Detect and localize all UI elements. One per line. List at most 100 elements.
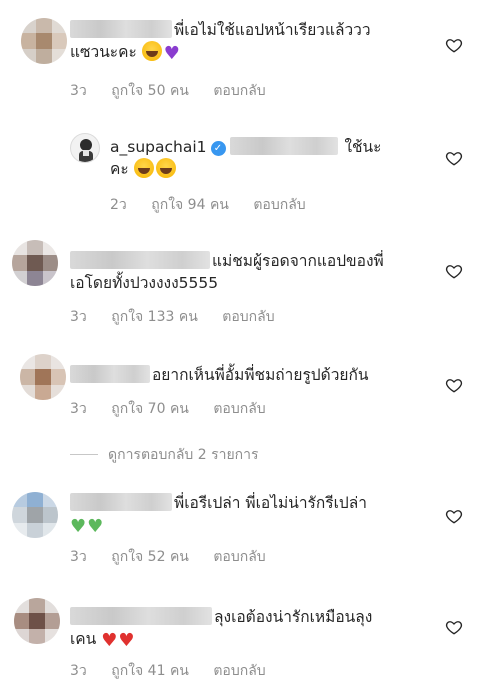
comment-text: a_supachai1 ✓ ใช้นะ คะ bbox=[110, 136, 430, 180]
red-heart-icon: ♥ bbox=[101, 630, 118, 651]
comment-time: 3ว bbox=[70, 309, 87, 325]
avatar-pixel bbox=[14, 598, 30, 614]
avatar-pixel bbox=[21, 48, 37, 64]
reply-button[interactable]: ตอบกลับ bbox=[213, 401, 265, 417]
view-replies-label: ดูการตอบกลับ 2 รายการ bbox=[108, 447, 259, 463]
avatar-pixel bbox=[21, 33, 37, 49]
comment-text: พี่เอไม่ใช้แอปหน้าเรียวแล้ววว แซวนะคะ ♥ bbox=[70, 19, 410, 64]
avatar-pixel bbox=[35, 384, 51, 400]
comment-text-line: ใช้นะ bbox=[344, 138, 382, 156]
avatar-pixel bbox=[29, 613, 45, 629]
avatar-pixel bbox=[35, 354, 51, 370]
comment-text: แม่ชมผู้รอดจากแอปของพี่ เอโดยทั้งปวงงงง5… bbox=[70, 250, 420, 294]
heart-outline-icon[interactable] bbox=[445, 262, 463, 280]
comment-text-line: คะ bbox=[110, 160, 129, 178]
green-heart-icon: ♥ bbox=[70, 516, 87, 537]
comment-likes[interactable]: ถูกใจ 94 คน bbox=[151, 197, 229, 213]
comment-text: อยากเห็นพี่อั้มพี่ชมถ่ายรูปด้วยกัน bbox=[70, 364, 430, 386]
comment-likes[interactable]: ถูกใจ 50 คน bbox=[111, 83, 189, 99]
avatar-pixel bbox=[44, 628, 60, 644]
comment-meta: 3ว ถูกใจ 50 คน ตอบกลับ bbox=[70, 80, 286, 102]
divider bbox=[70, 454, 98, 455]
commenter-avatar[interactable] bbox=[20, 354, 66, 400]
comment-time: 3ว bbox=[70, 549, 87, 565]
commenter-avatar[interactable] bbox=[12, 240, 58, 286]
avatar-pixel bbox=[36, 33, 52, 49]
avatar-pixel bbox=[51, 48, 67, 64]
comment-text-line: พี่เอรีเปล่า พี่เอไม่น่ารักรีเปล่า bbox=[174, 494, 367, 512]
reply-button[interactable]: ตอบกลับ bbox=[222, 309, 274, 325]
username-redacted[interactable] bbox=[70, 365, 150, 383]
comment-text-line: พี่เอไม่ใช้แอปหน้าเรียวแล้ววว bbox=[174, 21, 371, 39]
heart-outline-icon[interactable] bbox=[445, 376, 463, 394]
comment-text: ลุงเอต้องน่ารักเหมือนลุง เคน ♥♥ bbox=[70, 606, 420, 651]
comment-text-line: อยากเห็นพี่อั้มพี่ชมถ่ายรูปด้วยกัน bbox=[152, 366, 369, 384]
avatar-pixel bbox=[42, 492, 58, 508]
comment-likes[interactable]: ถูกใจ 70 คน bbox=[111, 401, 189, 417]
avatar-pixel bbox=[27, 507, 43, 523]
heart-outline-icon[interactable] bbox=[445, 36, 463, 54]
avatar-pixel bbox=[20, 384, 36, 400]
username-redacted[interactable] bbox=[70, 20, 172, 38]
mention-redacted[interactable] bbox=[229, 137, 338, 155]
commenter-avatar[interactable] bbox=[21, 18, 67, 64]
avatar-pixel bbox=[42, 507, 58, 523]
comment-text-line: แซวนะคะ bbox=[70, 43, 137, 61]
avatar-pixel bbox=[44, 598, 60, 614]
avatar-pixel bbox=[51, 33, 67, 49]
avatar-pixel bbox=[27, 255, 43, 271]
avatar-pixel bbox=[42, 522, 58, 538]
avatar-pixel bbox=[51, 18, 67, 34]
avatar-pixel bbox=[50, 354, 66, 370]
commenter-avatar[interactable] bbox=[12, 492, 58, 538]
purple-heart-icon: ♥ bbox=[163, 43, 180, 64]
comment-likes[interactable]: ถูกใจ 41 คน bbox=[111, 663, 189, 679]
username-redacted[interactable] bbox=[70, 607, 212, 625]
red-heart-icon: ♥ bbox=[118, 630, 135, 651]
avatar-pixel bbox=[27, 270, 43, 286]
avatar-pixel bbox=[44, 613, 60, 629]
laugh-emoji-icon bbox=[133, 158, 154, 178]
reply-button[interactable]: ตอบกลับ bbox=[213, 549, 265, 565]
comment-time: 3ว bbox=[70, 401, 87, 417]
avatar-pixel bbox=[42, 255, 58, 271]
view-replies-link[interactable]: ดูการตอบกลับ 2 รายการ bbox=[70, 444, 259, 466]
avatar-pixel bbox=[36, 48, 52, 64]
avatar-pixel bbox=[14, 613, 30, 629]
comment-likes[interactable]: ถูกใจ 133 คน bbox=[111, 309, 198, 325]
comment-meta: 3ว ถูกใจ 70 คน ตอบกลับ bbox=[70, 398, 286, 420]
username[interactable]: a_supachai1 bbox=[110, 138, 207, 156]
avatar-pixel bbox=[12, 522, 28, 538]
reply-avatar[interactable] bbox=[70, 133, 100, 163]
avatar-pixel bbox=[12, 492, 28, 508]
laugh-emoji-icon bbox=[141, 41, 162, 61]
reply-button[interactable]: ตอบกลับ bbox=[213, 83, 265, 99]
avatar-pixel bbox=[27, 522, 43, 538]
comment-meta: 3ว ถูกใจ 52 คน ตอบกลับ bbox=[70, 546, 286, 568]
username-redacted[interactable] bbox=[70, 251, 210, 269]
avatar-pixel bbox=[14, 628, 30, 644]
reply-button[interactable]: ตอบกลับ bbox=[253, 197, 305, 213]
laugh-emoji-icon bbox=[155, 158, 176, 178]
avatar-pixel bbox=[50, 369, 66, 385]
green-heart-icon: ♥ bbox=[87, 516, 104, 537]
avatar-pixel bbox=[29, 598, 45, 614]
heart-outline-icon[interactable] bbox=[445, 149, 463, 167]
username-redacted[interactable] bbox=[70, 493, 172, 511]
comment-meta: 3ว ถูกใจ 133 คน ตอบกลับ bbox=[70, 306, 295, 328]
comment-likes[interactable]: ถูกใจ 52 คน bbox=[111, 549, 189, 565]
avatar-pixel bbox=[12, 507, 28, 523]
avatar-pixel bbox=[35, 369, 51, 385]
avatar-pixel bbox=[29, 628, 45, 644]
heart-outline-icon[interactable] bbox=[445, 618, 463, 636]
verified-badge-icon: ✓ bbox=[210, 141, 226, 156]
comment-text-line: เอโดยทั้งปวงงงง5555 bbox=[70, 274, 219, 292]
heart-outline-icon[interactable] bbox=[445, 507, 463, 525]
commenter-avatar[interactable] bbox=[14, 598, 60, 644]
reply-button[interactable]: ตอบกลับ bbox=[213, 663, 265, 679]
avatar-pixel bbox=[12, 255, 28, 271]
avatar-pixel bbox=[21, 18, 37, 34]
avatar-pixel bbox=[12, 240, 28, 256]
comment-meta: 3ว ถูกใจ 41 คน ตอบกลับ bbox=[70, 660, 286, 682]
avatar-pixel bbox=[42, 240, 58, 256]
